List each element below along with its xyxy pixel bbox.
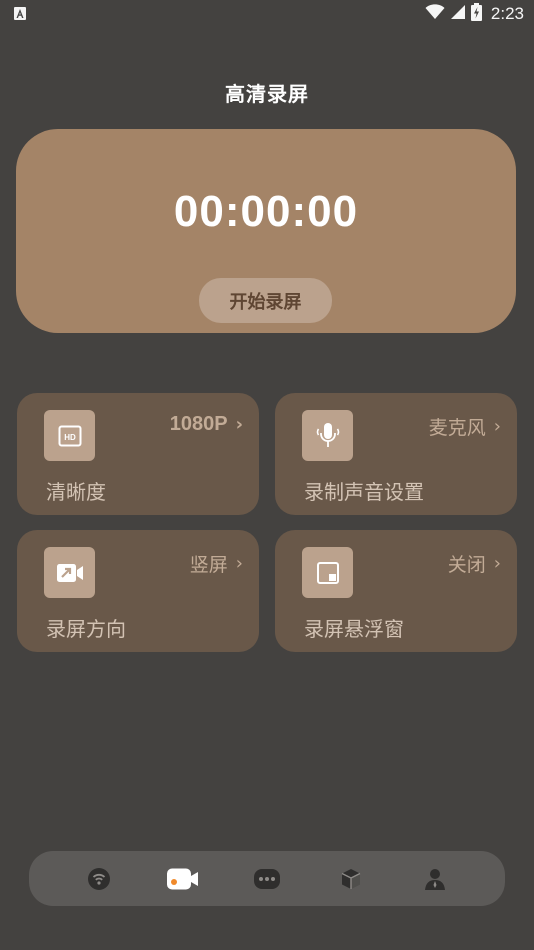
floating-window-value: 关闭 › (448, 550, 501, 577)
battery-charging-icon (470, 3, 482, 25)
box-icon[interactable] (334, 864, 368, 894)
audio-source-card[interactable]: 麦克风 › 录制声音设置 (275, 393, 517, 515)
cast-icon[interactable] (82, 864, 116, 894)
hd-icon: HD (44, 410, 95, 461)
chevron-right-icon: › (235, 414, 243, 435)
record-camera-icon[interactable] (166, 864, 200, 894)
wifi-icon (425, 4, 445, 24)
floating-window-value-text: 关闭 (447, 554, 486, 576)
recording-timer: 00:00:00 (173, 187, 359, 236)
signal-icon (450, 4, 466, 24)
status-time: 2:23 (490, 4, 524, 23)
game-icon[interactable] (250, 864, 284, 894)
status-bar: 2:23 (0, 0, 534, 28)
chevron-right-icon: › (235, 553, 243, 574)
bottom-nav (29, 851, 505, 906)
chevron-right-icon: › (493, 553, 501, 574)
floating-window-icon (302, 547, 353, 598)
orientation-card[interactable]: 竖屏 › 录屏方向 (17, 530, 259, 652)
timer-card: 00:00:00 开始录屏 (16, 129, 516, 333)
svg-text:HD: HD (64, 433, 76, 442)
orientation-value-text: 竖屏 (189, 554, 228, 576)
floating-window-card[interactable]: 关闭 › 录屏悬浮窗 (275, 530, 517, 652)
audio-source-label: 录制声音设置 (304, 480, 424, 504)
resolution-value: 1080P › (170, 413, 243, 436)
orientation-value: 竖屏 › (190, 550, 243, 577)
resolution-label: 清晰度 (46, 480, 106, 504)
audio-source-value-text: 麦克风 (428, 417, 486, 439)
orientation-label: 录屏方向 (46, 617, 126, 641)
resolution-value-text: 1080P (169, 413, 228, 435)
audio-source-value: 麦克风 › (429, 413, 501, 440)
a-notification-icon (14, 7, 26, 20)
video-camera-icon (44, 547, 95, 598)
profile-icon[interactable] (418, 864, 452, 894)
chevron-right-icon: › (493, 416, 501, 437)
resolution-card[interactable]: HD 1080P › 清晰度 (17, 393, 259, 515)
microphone-icon (302, 410, 353, 461)
page-title: 高清录屏 (225, 82, 309, 106)
start-recording-button[interactable]: 开始录屏 (199, 278, 332, 323)
floating-window-label: 录屏悬浮窗 (304, 617, 404, 641)
